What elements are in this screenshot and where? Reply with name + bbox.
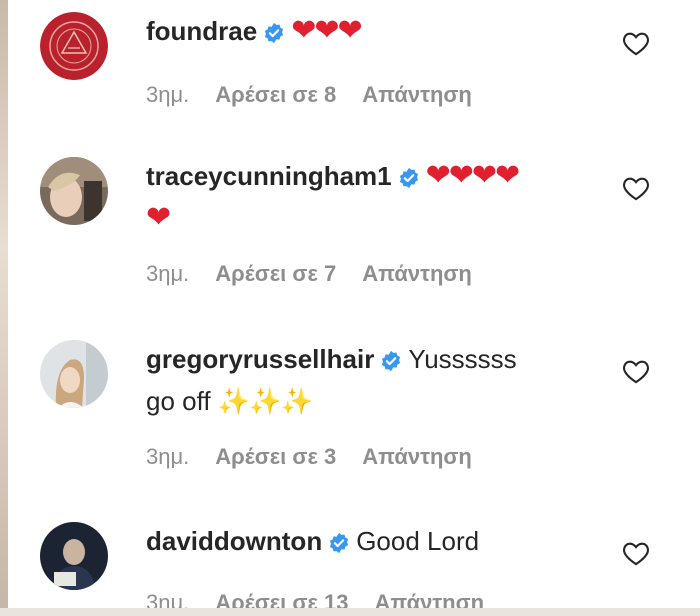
comment-meta: 3ημ. Αρέσει σε 3 Απάντηση xyxy=(146,444,472,470)
bottom-edge xyxy=(0,608,700,616)
sparkles-emoji: ✨✨✨ xyxy=(217,386,313,416)
heart-outline-icon xyxy=(623,177,649,201)
verified-badge-icon xyxy=(398,161,420,199)
comment-body: gregoryrussellhair Yussssss go off ✨✨✨ xyxy=(146,340,606,420)
avatar[interactable] xyxy=(40,522,108,590)
like-button[interactable] xyxy=(622,358,652,386)
verified-badge-icon xyxy=(328,526,350,564)
like-button[interactable] xyxy=(622,30,652,58)
comment-text: traceycunningham1 ❤❤❤❤ xyxy=(146,157,606,199)
heart-outline-icon xyxy=(623,360,649,384)
like-button[interactable] xyxy=(622,175,652,203)
comment-message: Good Lord xyxy=(356,526,480,556)
comment-message: Yussssss xyxy=(408,344,517,374)
timestamp: 3ημ. xyxy=(146,82,190,107)
comment-body: daviddownton Good Lord xyxy=(146,522,606,564)
reply-button[interactable]: Απάντηση xyxy=(362,261,472,287)
comment-meta: 3ημ. Αρέσει σε 8 Απάντηση xyxy=(146,82,472,108)
comment-message-line2: go off xyxy=(146,386,211,416)
comment-text: gregoryrussellhair Yussssss xyxy=(146,340,606,382)
like-button[interactable] xyxy=(622,540,652,568)
comment-text-line2: go off ✨✨✨ xyxy=(146,382,606,420)
reply-button[interactable]: Απάντηση xyxy=(362,82,472,108)
avatar[interactable] xyxy=(40,157,108,225)
username[interactable]: gregoryrussellhair xyxy=(146,344,374,374)
background-edge xyxy=(0,0,8,616)
heart-emoji: ❤❤❤ xyxy=(291,14,362,47)
comment-body: foundrae ❤❤❤ xyxy=(146,12,606,54)
likes-count[interactable]: Αρέσει σε 3 xyxy=(215,444,336,470)
comment-text-line2: ❤ xyxy=(146,199,606,237)
verified-badge-icon xyxy=(263,16,285,54)
comment-text: daviddownton Good Lord xyxy=(146,522,606,564)
username[interactable]: daviddownton xyxy=(146,526,322,556)
heart-outline-icon xyxy=(623,32,649,56)
reply-button[interactable]: Απάντηση xyxy=(362,444,472,470)
heart-emoji: ❤ xyxy=(146,201,171,234)
timestamp: 3ημ. xyxy=(146,444,190,469)
username[interactable]: traceycunningham1 xyxy=(146,161,392,191)
comment-body: traceycunningham1 ❤❤❤❤ ❤ xyxy=(146,157,606,237)
avatar[interactable] xyxy=(40,12,108,80)
avatar[interactable] xyxy=(40,340,108,408)
heart-outline-icon xyxy=(623,542,649,566)
likes-count[interactable]: Αρέσει σε 7 xyxy=(215,261,336,287)
likes-count[interactable]: Αρέσει σε 8 xyxy=(215,82,336,108)
comment-text: foundrae ❤❤❤ xyxy=(146,12,606,54)
comment-meta: 3ημ. Αρέσει σε 7 Απάντηση xyxy=(146,261,472,287)
username[interactable]: foundrae xyxy=(146,16,257,46)
timestamp: 3ημ. xyxy=(146,261,190,286)
heart-emoji: ❤❤❤❤ xyxy=(425,159,521,192)
verified-badge-icon xyxy=(380,344,402,382)
